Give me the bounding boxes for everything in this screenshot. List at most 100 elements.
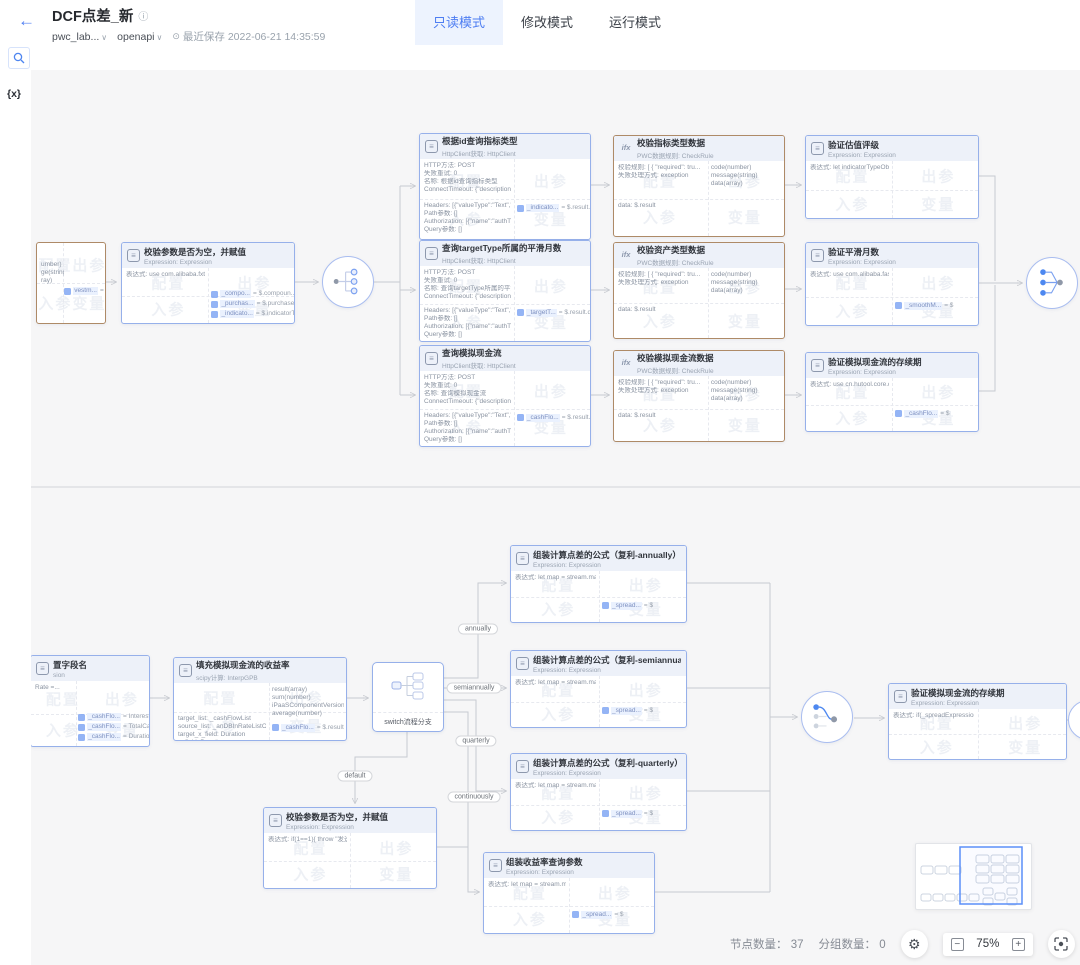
flow-node-E3[interactable]: ≡验证模拟现金流的存续期Expression: Expression配置出参入参…	[805, 352, 979, 432]
node-right_top-lines: code(number)message(string)data(array)	[711, 379, 782, 403]
node-text-line: 表达式: let map = stream.map()...	[515, 679, 596, 687]
info-icon[interactable]: ⓘ	[138, 8, 148, 23]
node-text-line: data(array)	[711, 180, 782, 188]
node-left_top-lines: umber)ge(string)ray)	[41, 261, 64, 285]
join-gateway-node[interactable]	[1026, 257, 1078, 309]
node-type-icon: ≡	[127, 249, 140, 262]
node-title: 填充模拟现金流的收益率	[196, 659, 290, 671]
variable-chip-icon	[602, 810, 609, 817]
tab-edit-mode[interactable]: 修改模式	[503, 0, 591, 45]
node-text-line: data: $.result	[618, 306, 705, 314]
flow-node-E2[interactable]: ifx校验模拟现金流数据PWC数据规则: CheckRule配置出参入参变量校验…	[613, 350, 785, 442]
zoom-out-button[interactable]: −	[951, 938, 964, 951]
variable-name: _targetT...	[526, 309, 557, 317]
watermark-out: 出参	[598, 882, 632, 903]
flow-node-I3[interactable]: ≡组装计算点差的公式（复利-quarterly）Expression: Expr…	[510, 753, 687, 831]
flow-node-E1[interactable]: ≡查询模拟现金流HttpClient获取: HttpClient配置出参入参变量…	[419, 345, 591, 447]
flow-node-switch[interactable]: switch流程分支	[372, 662, 444, 732]
flow-node-B[interactable]: ≡校验参数是否为空，并赋值Expression: Expression配置出参入…	[121, 242, 295, 324]
variable-name: _spread...	[581, 911, 612, 919]
node-left_bottom-lines: data: $.result	[618, 202, 705, 210]
split-gateway-node[interactable]	[322, 256, 374, 308]
node-title: 组装计算点差的公式（复利-annually）	[533, 549, 681, 561]
node-text-line: Headers: [{"valueType":"Text","n...	[424, 202, 511, 210]
node-text-line: Query参数: []	[424, 436, 511, 444]
minimap[interactable]	[915, 843, 1032, 910]
tab-readonly-mode[interactable]: 只读模式	[415, 0, 503, 45]
watermark-var: 变量	[728, 414, 762, 435]
watermark-out: 出参	[72, 254, 106, 275]
minimap-viewport[interactable]	[960, 847, 1022, 904]
quadrant-hline	[511, 597, 686, 598]
node-text-line: ray)	[41, 277, 64, 285]
variable-chip-icon	[64, 288, 71, 295]
settings-button[interactable]: ⚙	[901, 930, 928, 958]
variable-name: _compo...	[220, 290, 251, 298]
node-output-rows: _smoothM...= $	[895, 302, 953, 310]
node-text-line: Headers: [{"valueType":"Text","n...	[424, 412, 511, 420]
node-left_bottom-lines: Headers: [{"valueType":"Text","n...Path参…	[424, 307, 511, 339]
watermark-in: 入参	[513, 909, 547, 930]
node-right_top-lines: result(array)sum(number)iPaaSComponentVe…	[272, 686, 344, 718]
flow-node-J[interactable]: ≡组装收益率查询参数Expression: Expression配置出参入参变量…	[483, 852, 655, 934]
flow-node-A[interactable]: 配置出参入参变量umber)ge(string)ray)vestm...= _i…	[36, 242, 106, 324]
flow-node-C3[interactable]: ≡验证估值评级Expression: Expression配置出参入参变量表达式…	[805, 135, 979, 219]
node-type-icon: ifx	[619, 142, 633, 155]
node-body: 配置出参入参变量表达式: let map = stream.map()..._s…	[511, 676, 686, 727]
variable-chip-icon	[517, 205, 524, 212]
node-header: ≡查询targetType所属的平滑月数HttpClient获取: HttpCl…	[420, 241, 590, 266]
flow-node-I1[interactable]: ≡组装计算点差的公式（复利-annually）Expression: Expre…	[510, 545, 687, 623]
merge-gateway-icon	[802, 692, 851, 741]
watermark-var: 变量	[72, 293, 106, 314]
flow-node-L[interactable]: ≡验证模拟现金流的存续期Expression: Expression配置出参入参…	[888, 683, 1067, 760]
flow-node-G[interactable]: ≡填充模拟现金流的收益率scipy计算: InterpGPB配置出参入参变量ta…	[173, 657, 347, 741]
quadrant-hline	[806, 190, 978, 191]
node-left_top-lines: 校验规则: [ { "required": tru...失败处理方式: exce…	[618, 271, 705, 287]
flow-node-F[interactable]: ≡置字段名sion配置出参入参变量Rate =..._cashFlo...= I…	[30, 655, 150, 747]
tab-run-mode[interactable]: 运行模式	[591, 0, 679, 45]
node-header-text: 校验资产类型数据PWC数据规则: CheckRule	[637, 244, 714, 267]
node-text-line: Authorization: [{"name":"authTyp...	[424, 323, 511, 331]
flow-node-D2[interactable]: ifx校验资产类型数据PWC数据规则: CheckRule配置出参入参变量校验规…	[613, 242, 785, 339]
quadrant-hline	[614, 409, 784, 410]
flow-node-C1[interactable]: ≡根据id查询指标类型HttpClient获取: HttpClient配置出参入…	[419, 133, 591, 240]
api-select[interactable]: openapi∨	[117, 31, 162, 43]
group-count-label: 分组数量：	[819, 939, 877, 951]
zoom-in-button[interactable]: +	[1012, 938, 1025, 951]
watermark-in: 入参	[541, 704, 575, 725]
flow-node-I2[interactable]: ≡组装计算点差的公式（复利-semiannually）Expression: E…	[510, 650, 687, 728]
flow-node-K[interactable]: ≡校验参数是否为空，并赋值Expression: Expression配置出参入…	[263, 807, 437, 889]
node-subtitle: scipy计算: InterpGPB	[196, 672, 290, 682]
node-type-icon: ≡	[516, 552, 529, 565]
back-button[interactable]: ←	[18, 11, 35, 31]
variable-name: _spread...	[611, 602, 642, 610]
watermark-in: 入参	[541, 807, 575, 828]
variables-panel-icon[interactable]: {x}	[7, 88, 21, 100]
split-gateway-icon	[323, 257, 372, 306]
fit-view-button[interactable]	[1048, 930, 1075, 958]
node-text-line: 表达式: let map = stream.map()...	[515, 574, 596, 582]
flow-node-C2[interactable]: ifx校验指标类型数据PWC数据规则: CheckRule配置出参入参变量校验规…	[613, 135, 785, 237]
merge-gateway-node[interactable]	[801, 691, 853, 743]
node-text-line: 名称: 查询targetType所属的平滑...	[424, 285, 511, 293]
node-body: 配置出参入参变量表达式: let map = stream.map()..._s…	[511, 571, 686, 622]
env-select[interactable]: pwc_lab...∨	[52, 31, 107, 43]
node-body: 配置出参入参变量校验规则: [ { "required": tru...失败处理…	[614, 376, 784, 441]
node-left_top-lines: 表达式: use com.alibaba.fastjson...	[810, 271, 889, 279]
variable-value: = $.result.data	[561, 204, 591, 212]
node-body: 配置出参入参变量Rate =..._cashFlo...= InterestRa…	[31, 681, 149, 746]
node-text-line: target_list: _cashFlowList	[178, 715, 266, 723]
quadrant-hline	[889, 734, 1066, 735]
variable-name: _cashFlo...	[281, 724, 315, 732]
node-text-line: Path参数: []	[424, 315, 511, 323]
node-left_top-lines: HTTP方法: POST失败重试: 0名称: 根据id查询指标类型Connect…	[424, 162, 511, 194]
flow-node-D3[interactable]: ≡验证平滑月数Expression: Expression配置出参入参变量表达式…	[805, 242, 979, 326]
search-button[interactable]	[8, 47, 30, 69]
node-text-line: result(array)	[272, 686, 344, 694]
node-left_top-lines: 表达式: let map = stream.map()...	[488, 881, 566, 889]
node-body: 配置出参入参变量umber)ge(string)ray)vestm...= _i…	[37, 243, 105, 323]
flow-node-D1[interactable]: ≡查询targetType所属的平滑月数HttpClient获取: HttpCl…	[419, 240, 591, 342]
watermark-in: 入参	[835, 407, 869, 428]
variable-chip-icon	[602, 602, 609, 609]
node-left_top-lines: Rate =...	[35, 684, 75, 692]
